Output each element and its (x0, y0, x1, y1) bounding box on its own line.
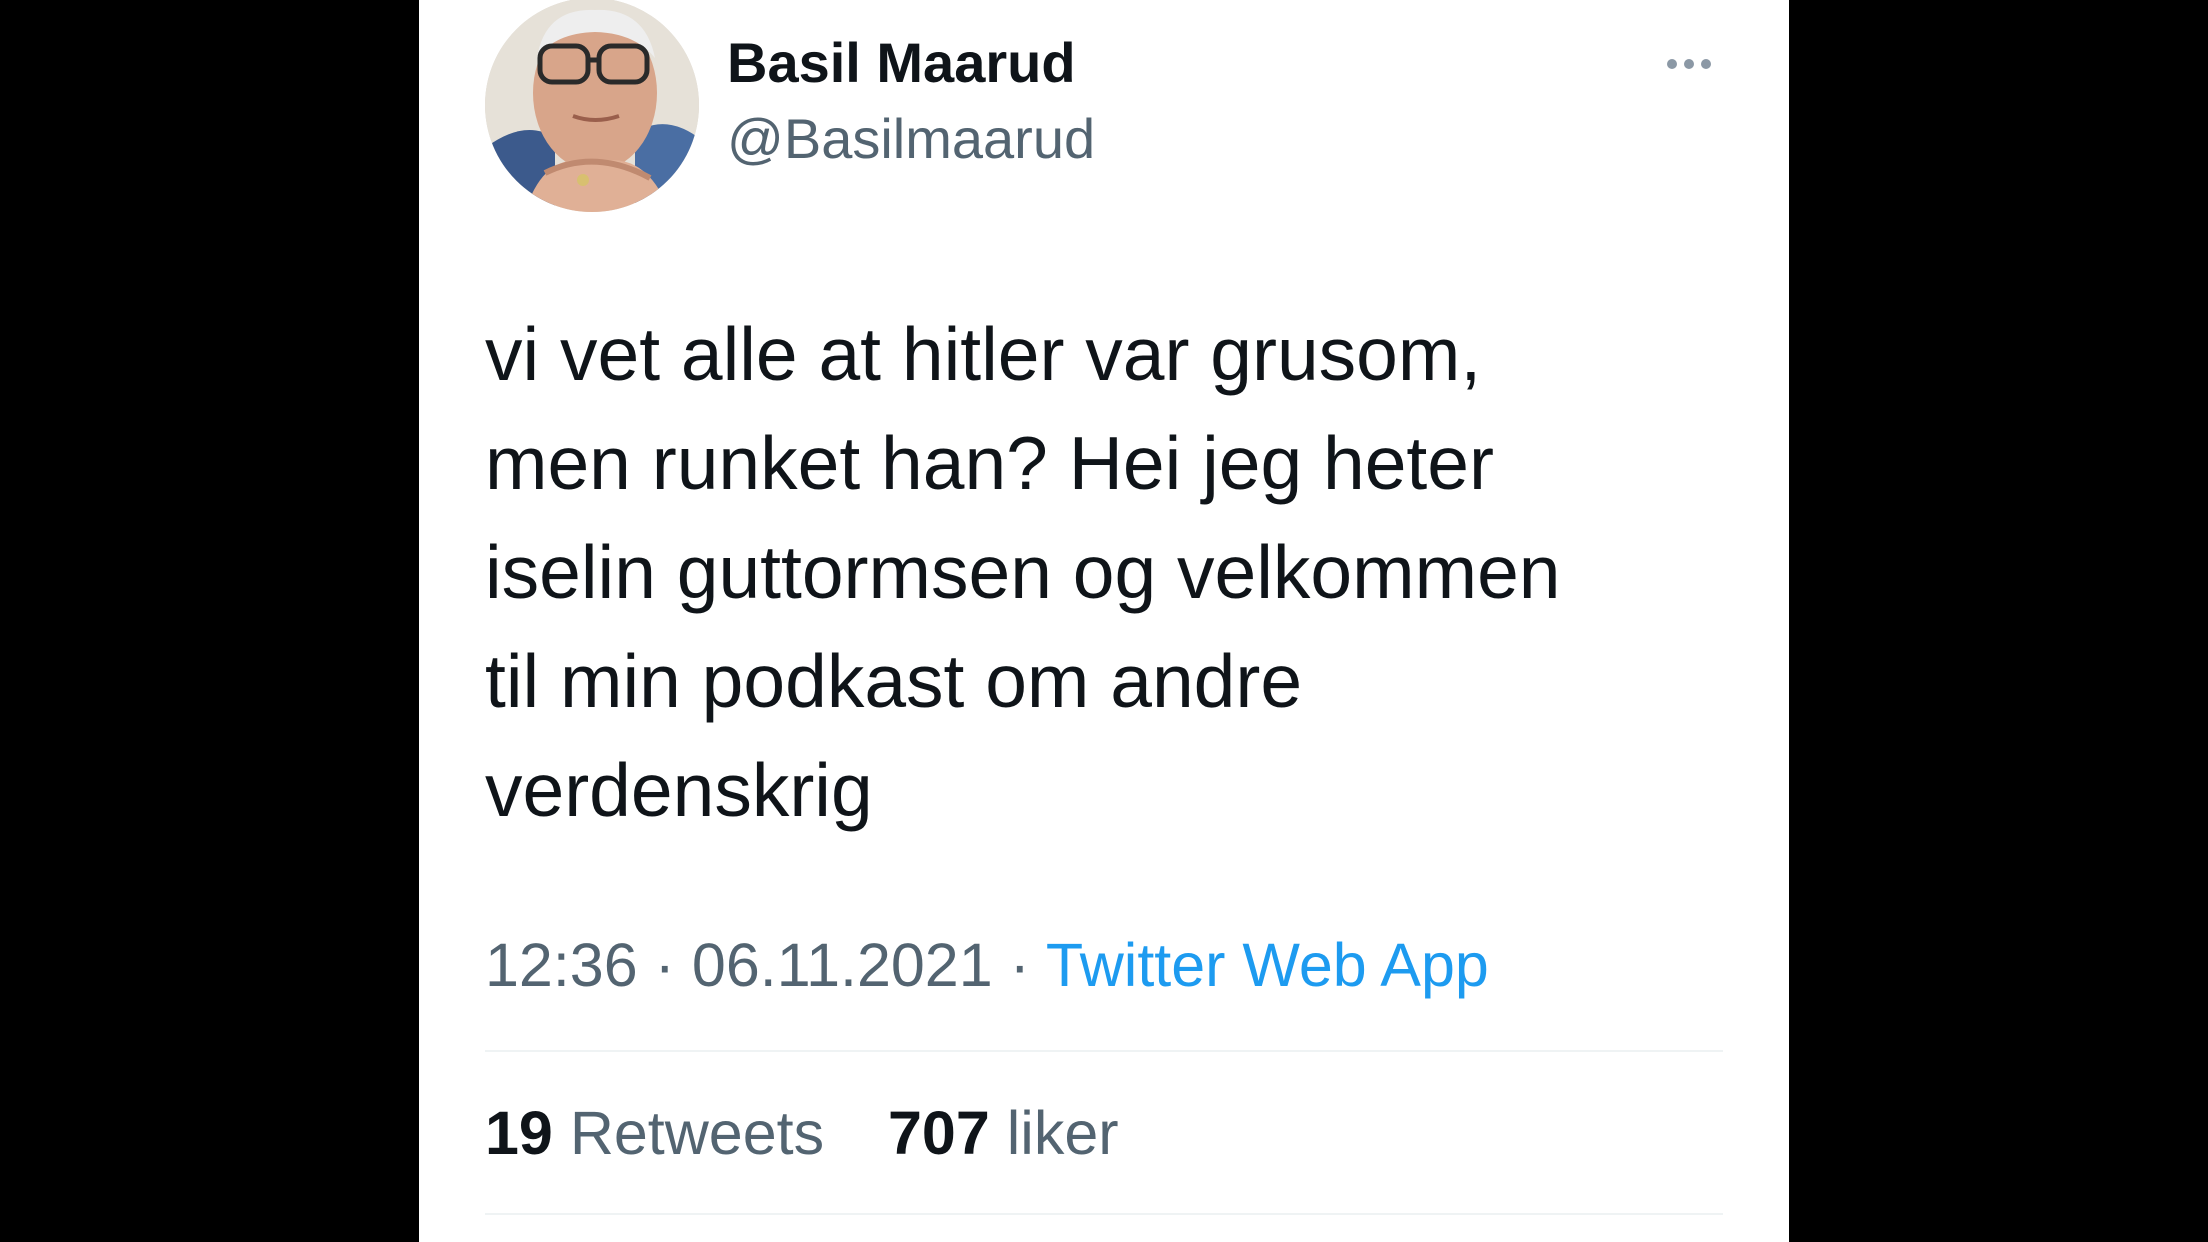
tweet-time[interactable]: 12:36 (485, 931, 638, 999)
tweet-text: vi vet alle at hitler var grusom, men ru… (485, 300, 1745, 845)
tweet-text-line: men runket han? Hei jeg heter (485, 421, 1494, 505)
tweet-card: Basil Maarud @Basilmaarud vi vet alle at… (419, 0, 1789, 1242)
author-handle[interactable]: @Basilmaarud (727, 104, 1095, 174)
screen: Basil Maarud @Basilmaarud vi vet alle at… (0, 0, 2208, 1242)
likes-count: 707 (888, 1099, 990, 1167)
tweet-source-link[interactable]: Twitter Web App (1046, 931, 1489, 999)
likes-label: liker (1006, 1099, 1119, 1167)
retweets-label: Retweets (569, 1099, 825, 1167)
retweets-count: 19 (485, 1099, 553, 1167)
retweets-stat[interactable]: 19 Retweets (485, 1099, 841, 1167)
more-options-button[interactable] (1659, 50, 1729, 80)
tweet-stats: 19 Retweets 707 liker (485, 1093, 1119, 1173)
profile-photo-icon (485, 0, 699, 212)
likes-stat[interactable]: 707 liker (871, 1099, 1119, 1167)
ellipsis-icon (1684, 59, 1694, 69)
separator: · (1009, 931, 1030, 999)
avatar[interactable] (485, 0, 699, 212)
tweet-text-line: verdenskrig (485, 748, 873, 832)
tweet-metadata: 12:36 · 06.11.2021 · Twitter Web App (485, 925, 1489, 1005)
ellipsis-icon (1701, 59, 1711, 69)
divider (485, 1050, 1723, 1052)
divider (485, 1213, 1723, 1215)
tweet-text-line: vi vet alle at hitler var grusom, (485, 312, 1482, 396)
tweet-date[interactable]: 06.11.2021 (692, 931, 993, 999)
author-display-name[interactable]: Basil Maarud (727, 28, 1076, 98)
separator: · (654, 931, 675, 999)
ellipsis-icon (1667, 59, 1677, 69)
tweet-text-line: iselin guttormsen og velkommen (485, 530, 1561, 614)
tweet-text-line: til min podkast om andre (485, 639, 1303, 723)
